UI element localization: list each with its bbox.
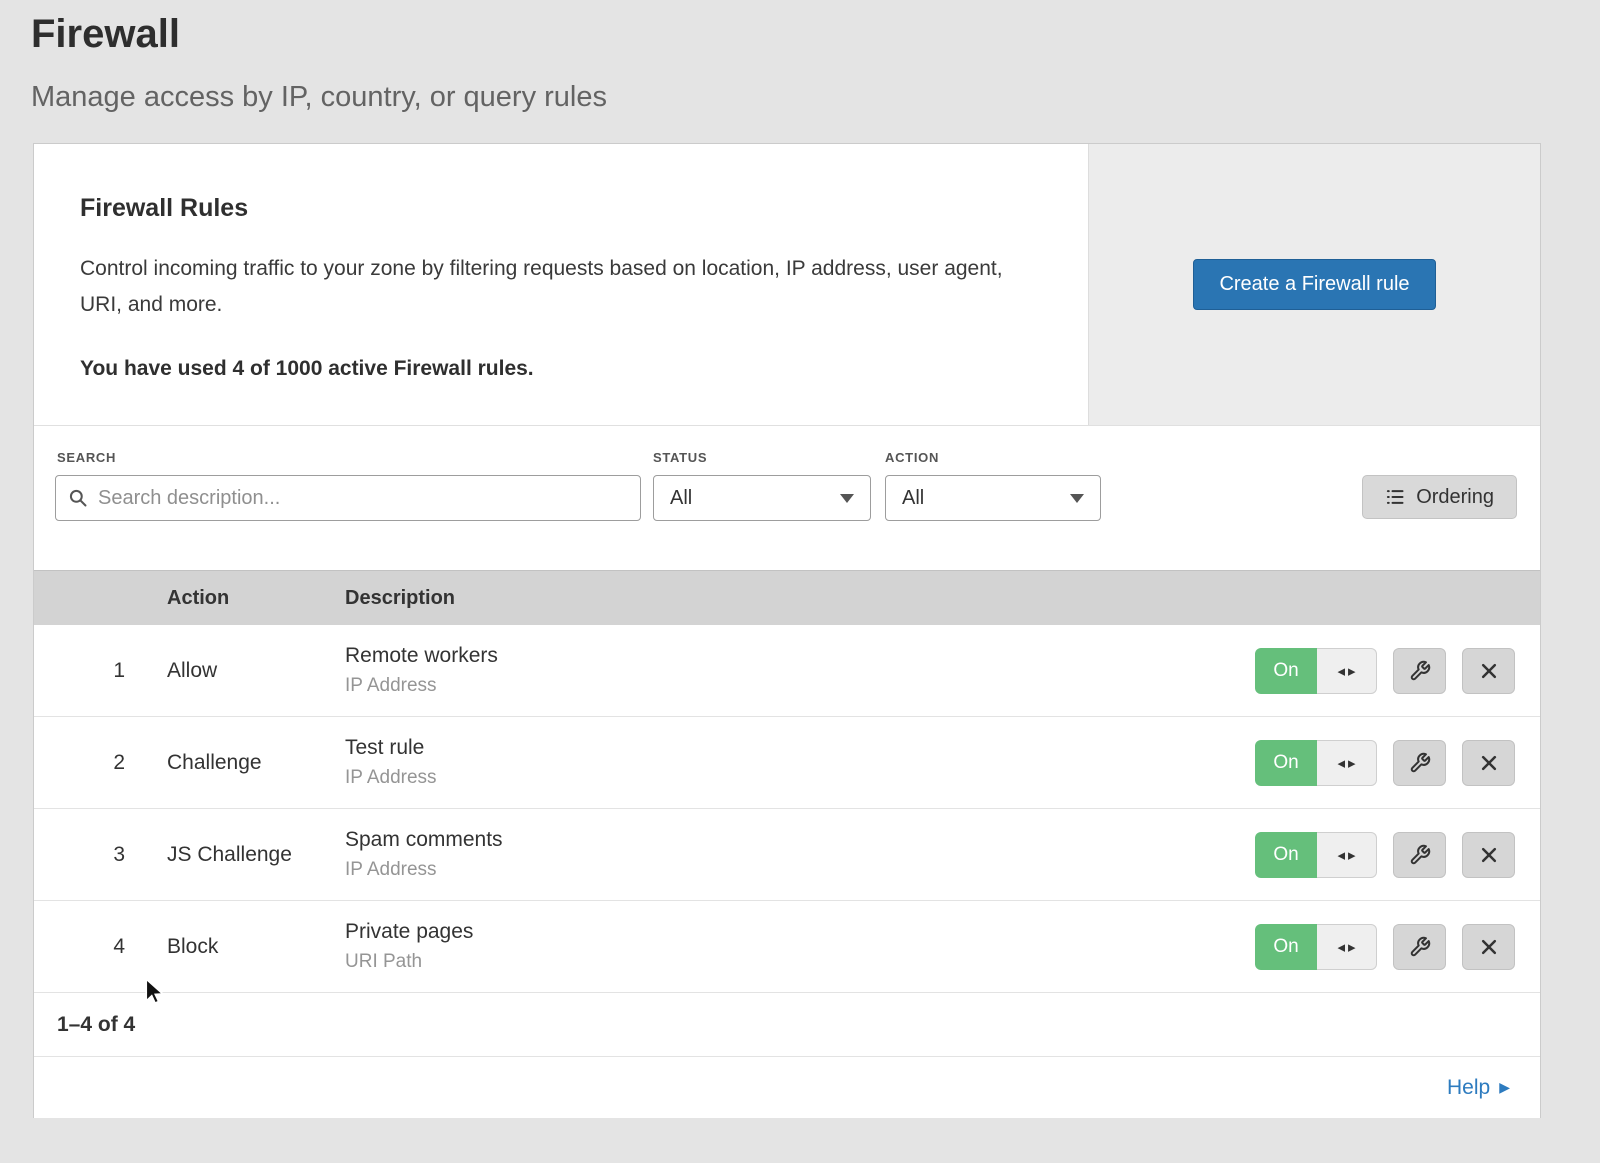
- rule-description: Test rule: [345, 736, 1255, 760]
- toggle-arrows-icon[interactable]: ◂▸: [1317, 740, 1377, 786]
- help-link[interactable]: Help ▶: [1447, 1076, 1510, 1100]
- rule-enabled-toggle[interactable]: On ◂▸: [1255, 924, 1377, 970]
- rule-description-cell: Remote workers IP Address: [345, 644, 1255, 697]
- close-icon: [1479, 753, 1499, 773]
- help-arrow-icon: ▶: [1499, 1079, 1510, 1096]
- status-label: STATUS: [653, 450, 707, 465]
- rule-match-type: IP Address: [345, 675, 1255, 697]
- action-select[interactable]: All: [885, 475, 1101, 521]
- toggle-on-label: On: [1255, 648, 1317, 694]
- close-icon: [1479, 845, 1499, 865]
- chevron-down-icon: [1070, 494, 1084, 503]
- close-icon: [1479, 661, 1499, 681]
- table-header: Action Description: [34, 570, 1540, 625]
- ordering-button-label: Ordering: [1416, 486, 1494, 509]
- wrench-icon: [1409, 936, 1431, 958]
- search-label: SEARCH: [57, 450, 116, 465]
- create-firewall-rule-button[interactable]: Create a Firewall rule: [1193, 259, 1435, 310]
- wrench-icon: [1409, 752, 1431, 774]
- ordering-list-icon: [1385, 487, 1405, 507]
- rule-action: JS Challenge: [167, 843, 345, 867]
- pagination-row: 1–4 of 4: [34, 993, 1540, 1057]
- intro-section: Firewall Rules Control incoming traffic …: [34, 144, 1540, 426]
- status-select[interactable]: All: [653, 475, 871, 521]
- table-row: 4 Block Private pages URI Path On ◂▸: [34, 901, 1540, 993]
- toggle-arrows-icon[interactable]: ◂▸: [1317, 648, 1377, 694]
- rule-description-cell: Private pages URI Path: [345, 920, 1255, 973]
- search-input[interactable]: [98, 487, 628, 510]
- rule-description: Private pages: [345, 920, 1255, 944]
- rule-enabled-toggle[interactable]: On ◂▸: [1255, 740, 1377, 786]
- toggle-arrows-icon[interactable]: ◂▸: [1317, 924, 1377, 970]
- wrench-icon: [1409, 660, 1431, 682]
- column-header-action: Action: [167, 587, 229, 610]
- toggle-on-label: On: [1255, 740, 1317, 786]
- filters-bar: SEARCH STATUS ACTION All All: [34, 426, 1540, 570]
- rule-action: Block: [167, 935, 345, 959]
- rule-match-type: IP Address: [345, 859, 1255, 881]
- page-subtitle: Manage access by IP, country, or query r…: [31, 81, 1600, 114]
- intro-text-panel: Firewall Rules Control incoming traffic …: [34, 144, 1088, 425]
- rule-number: 4: [34, 935, 167, 959]
- search-box[interactable]: [55, 475, 641, 521]
- rule-enabled-toggle[interactable]: On ◂▸: [1255, 832, 1377, 878]
- wrench-icon: [1409, 844, 1431, 866]
- rule-number: 1: [34, 659, 167, 683]
- page-title: Firewall: [31, 12, 1600, 57]
- help-link-label: Help: [1447, 1076, 1490, 1100]
- edit-rule-button[interactable]: [1393, 924, 1446, 970]
- pagination-summary: 1–4 of 4: [57, 1013, 135, 1037]
- rule-description: Spam comments: [345, 828, 1255, 852]
- rule-controls: On ◂▸: [1255, 740, 1515, 786]
- toggle-on-label: On: [1255, 924, 1317, 970]
- firewall-rules-card: Firewall Rules Control incoming traffic …: [33, 143, 1541, 1118]
- help-row: Help ▶: [34, 1057, 1540, 1118]
- rule-description-cell: Spam comments IP Address: [345, 828, 1255, 881]
- close-icon: [1479, 937, 1499, 957]
- delete-rule-button[interactable]: [1462, 924, 1515, 970]
- toggle-on-label: On: [1255, 832, 1317, 878]
- edit-rule-button[interactable]: [1393, 832, 1446, 878]
- edit-rule-button[interactable]: [1393, 648, 1446, 694]
- page-header: Firewall Manage access by IP, country, o…: [0, 0, 1600, 114]
- ordering-button[interactable]: Ordering: [1362, 475, 1517, 519]
- action-select-value: All: [902, 487, 924, 510]
- delete-rule-button[interactable]: [1462, 648, 1515, 694]
- delete-rule-button[interactable]: [1462, 740, 1515, 786]
- rule-controls: On ◂▸: [1255, 924, 1515, 970]
- rule-number: 3: [34, 843, 167, 867]
- rule-description-cell: Test rule IP Address: [345, 736, 1255, 789]
- intro-action-panel: Create a Firewall rule: [1088, 144, 1540, 425]
- rule-controls: On ◂▸: [1255, 648, 1515, 694]
- rule-match-type: URI Path: [345, 951, 1255, 973]
- rule-action: Allow: [167, 659, 345, 683]
- rule-description: Remote workers: [345, 644, 1255, 668]
- usage-summary: You have used 4 of 1000 active Firewall …: [80, 357, 1042, 381]
- table-row: 3 JS Challenge Spam comments IP Address …: [34, 809, 1540, 901]
- rule-match-type: IP Address: [345, 767, 1255, 789]
- rule-controls: On ◂▸: [1255, 832, 1515, 878]
- status-select-value: All: [670, 487, 692, 510]
- chevron-down-icon: [840, 494, 854, 503]
- section-description: Control incoming traffic to your zone by…: [80, 251, 1040, 323]
- search-icon: [68, 488, 88, 508]
- rule-number: 2: [34, 751, 167, 775]
- table-row: 2 Challenge Test rule IP Address On ◂▸: [34, 717, 1540, 809]
- edit-rule-button[interactable]: [1393, 740, 1446, 786]
- rule-enabled-toggle[interactable]: On ◂▸: [1255, 648, 1377, 694]
- action-label: ACTION: [885, 450, 939, 465]
- column-header-description: Description: [345, 587, 455, 610]
- table-row: 1 Allow Remote workers IP Address On ◂▸: [34, 625, 1540, 717]
- rule-action: Challenge: [167, 751, 345, 775]
- toggle-arrows-icon[interactable]: ◂▸: [1317, 832, 1377, 878]
- delete-rule-button[interactable]: [1462, 832, 1515, 878]
- section-heading: Firewall Rules: [80, 194, 1042, 223]
